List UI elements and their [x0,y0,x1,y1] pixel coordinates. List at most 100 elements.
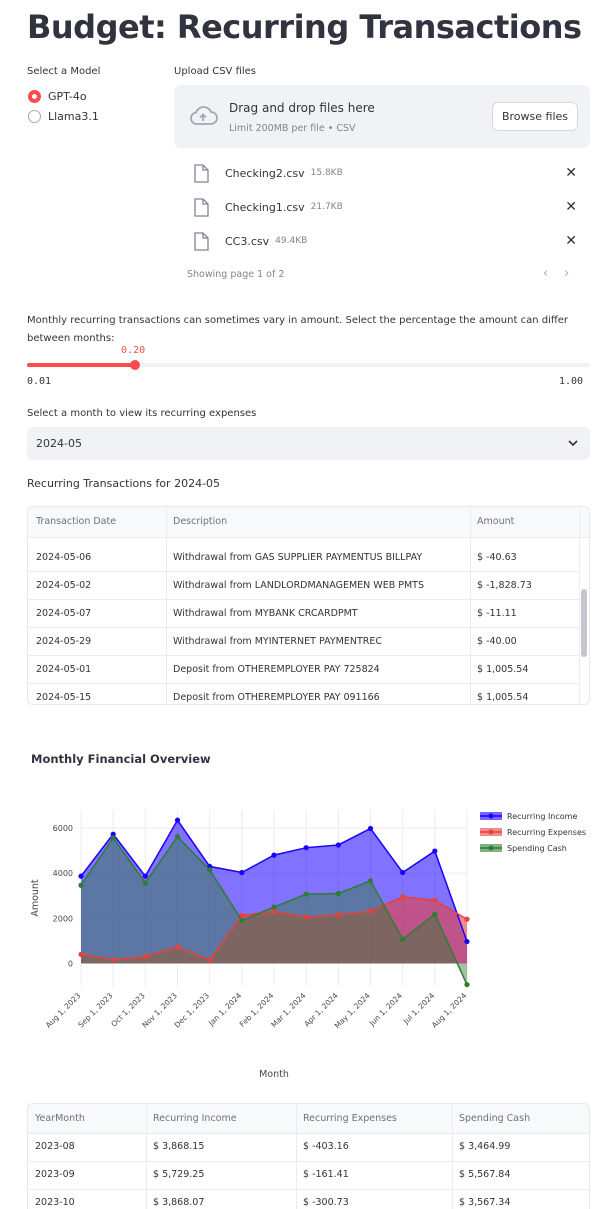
file-dropzone[interactable]: Drag and drop files here Limit 200MB per… [174,85,590,148]
data-point [400,869,406,876]
dropzone-title: Drag and drop files here [229,101,375,115]
legend-label: Recurring Expenses [507,828,586,837]
column-header[interactable]: YearMonth [35,1113,85,1124]
column-header[interactable]: Amount [477,516,514,527]
data-point [432,848,438,854]
upload-label: Upload CSV files [174,66,257,77]
data-point [367,908,374,914]
file-size: 49.4KB [275,236,308,246]
data-point [303,891,309,897]
data-point [464,938,470,945]
column-header[interactable]: Spending Cash [459,1113,530,1124]
x-axis-label: Month [259,1069,289,1080]
table-cell: $ -40.00 [477,636,517,647]
data-point [400,936,406,942]
slider-thumb[interactable] [130,360,141,370]
legend-label: Spending Cash [507,844,567,853]
uploaded-file-row: CC3.csv 49.4KB ✕ [193,228,583,254]
data-point [207,957,213,963]
remove-file-icon[interactable]: ✕ [565,165,577,181]
data-point [400,894,406,900]
data-point [110,957,116,963]
data-point [174,944,181,950]
table-cell: 2023-09 [35,1169,75,1180]
chevron-left-icon[interactable]: ‹ [543,266,548,281]
table-cell: Withdrawal from MYBANK CRCARDPMT [173,608,358,619]
file-name: Checking2.csv [225,166,305,180]
financial-overview-chart[interactable]: 0200040006000Aug 1, 2023Sep 1, 2023Oct 1… [0,790,606,1090]
file-name: Checking1.csv [225,200,305,214]
table-scrollbar[interactable] [581,589,587,657]
data-point [367,825,374,832]
data-point [303,845,309,851]
dropzone-hint: Limit 200MB per file • CSV [229,123,356,134]
data-point [207,867,213,873]
month-select-label: Select a month to view its recurring exp… [27,408,257,419]
radio-option-label: Llama3.1 [48,110,99,123]
transactions-table[interactable]: Transaction Date Description Amount 2024… [27,506,590,705]
file-icon [194,231,209,251]
table-cell: $ -11.11 [477,608,517,619]
column-header[interactable]: Recurring Income [153,1113,237,1124]
data-point [271,908,277,915]
data-point [335,912,341,918]
summary-table[interactable]: YearMonth Recurring Income Recurring Exp… [27,1103,590,1209]
model-select-label: Select a Model [27,66,101,77]
chevron-right-icon[interactable]: › [564,266,569,281]
table-cell: Withdrawal from LANDLORDMANAGEMEN WEB PM… [173,580,424,591]
table-cell: 2024-05-02 [36,580,92,591]
column-header[interactable]: Description [173,516,227,527]
table-cell: $ -403.16 [303,1141,349,1152]
data-point [335,842,341,848]
data-point [239,869,245,876]
table-cell: $ -161.41 [303,1169,349,1180]
slider-value: 0.20 [121,345,146,356]
radio-option-llama[interactable]: Llama3.1 [28,110,99,123]
x-tick-label: Jun 1, 2024 [367,991,404,1028]
data-point [142,873,148,879]
data-point [303,914,309,920]
data-point [464,982,470,988]
legend-marker [488,813,494,819]
radio-option-gpt4o[interactable]: GPT-4o [28,90,87,103]
remove-file-icon[interactable]: ✕ [565,199,577,215]
radio-selected-icon[interactable] [28,90,41,103]
table-cell: $ -300.73 [303,1197,349,1208]
remove-file-icon[interactable]: ✕ [565,233,577,249]
table-cell: 2024-05-01 [36,664,92,675]
browse-files-button[interactable]: Browse files [492,102,578,131]
uploaded-file-row: Checking2.csv 15.8KB ✕ [193,160,583,186]
slider-track[interactable] [27,360,590,370]
table-cell: 2024-05-15 [36,692,92,703]
table-cell: Withdrawal from GAS SUPPLIER PAYMENTUS B… [173,552,423,563]
month-select[interactable]: 2024-05 [27,427,590,460]
table-cell: $ 1,005.54 [477,692,529,703]
slider-fill [27,363,136,367]
x-tick-label: Aug 1, 2024 [430,991,469,1030]
table-cell: 2023-08 [35,1141,75,1152]
table-cell: $ 3,868.15 [153,1141,205,1152]
data-point [174,834,181,840]
data-point [432,897,438,903]
data-point [432,911,438,917]
data-point [239,917,245,924]
x-tick-label: Dec 1, 2023 [173,991,212,1030]
file-icon [194,197,209,217]
data-point [174,817,181,823]
y-tick-label: 0 [68,959,73,968]
slider-max: 1.00 [559,376,584,387]
table-cell: $ -40.63 [477,552,517,563]
file-size: 21.7KB [310,202,343,212]
file-icon [194,163,209,183]
column-header[interactable]: Recurring Expenses [303,1113,397,1124]
page-title: Budget: Recurring Transactions [27,8,582,46]
table-cell: $ 3,868.07 [153,1197,205,1208]
slider-label: Monthly recurring transactions can somet… [27,315,569,344]
file-size: 15.8KB [310,168,343,178]
table-cell: $ 5,729.25 [153,1169,205,1180]
table-cell: 2024-05-07 [36,608,92,619]
column-header[interactable]: Transaction Date [36,516,116,527]
x-tick-label: Sep 1, 2023 [76,991,114,1029]
y-axis-label: Amount [30,879,41,917]
radio-unselected-icon[interactable] [28,110,41,123]
